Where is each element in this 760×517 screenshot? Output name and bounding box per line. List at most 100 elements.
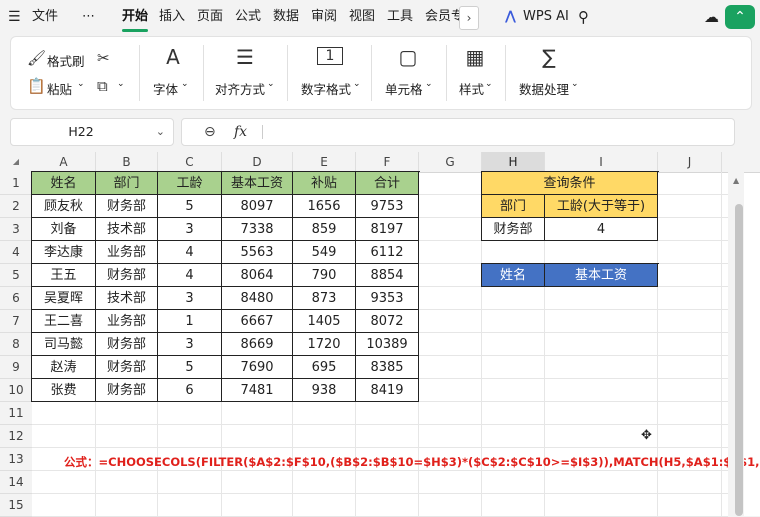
table-cell[interactable]: 8072 [356, 310, 419, 333]
table-cell[interactable]: 5 [158, 356, 222, 379]
table-cell[interactable]: 1720 [293, 333, 356, 356]
table-cell[interactable]: 刘备 [32, 218, 96, 241]
format-painter-button[interactable]: 格式刷 [47, 51, 85, 70]
column-header-H[interactable]: H [482, 152, 545, 172]
copy-dropdown-icon[interactable]: ⌄ [117, 79, 125, 89]
table-cell[interactable]: 王二喜 [32, 310, 96, 333]
column-header-A[interactable]: A [32, 152, 96, 172]
table-cell[interactable]: 6667 [222, 310, 293, 333]
table-cell[interactable]: 5563 [222, 241, 293, 264]
table-header-cell[interactable]: 基本工资 [222, 172, 293, 195]
tab-review[interactable]: 审阅 [311, 0, 337, 34]
collapse-ribbon-icon[interactable]: ⌃ [725, 5, 755, 29]
query-years-value[interactable]: 4 [545, 218, 658, 241]
table-cell[interactable]: 业务部 [96, 241, 158, 264]
formula-input[interactable]: ⊖ fx [181, 118, 735, 146]
table-cell[interactable]: 业务部 [96, 310, 158, 333]
table-cell[interactable]: 财务部 [96, 195, 158, 218]
table-cell[interactable]: 7338 [222, 218, 293, 241]
result-salary-header[interactable]: 基本工资 [545, 264, 658, 287]
table-cell[interactable]: 财务部 [96, 379, 158, 402]
query-dept-value[interactable]: 财务部 [482, 218, 545, 241]
paste-dropdown-icon[interactable]: ⌄ [77, 79, 85, 89]
row-header-6[interactable]: 6 [0, 287, 32, 310]
column-header-D[interactable]: D [222, 152, 293, 172]
column-header-J[interactable]: J [658, 152, 722, 172]
table-header-cell[interactable]: 合计 [356, 172, 419, 195]
menu-icon[interactable]: ☰ [8, 0, 21, 34]
table-cell[interactable]: 8385 [356, 356, 419, 379]
table-cell[interactable]: 财务部 [96, 356, 158, 379]
table-cell[interactable]: 8669 [222, 333, 293, 356]
column-header-C[interactable]: C [158, 152, 222, 172]
table-cell[interactable]: 1 [158, 310, 222, 333]
cells-button[interactable]: 单元格 [385, 79, 423, 98]
table-cell[interactable]: 3 [158, 218, 222, 241]
tabs-scroll-right-icon[interactable]: › [459, 6, 479, 30]
table-header-cell[interactable]: 工龄 [158, 172, 222, 195]
query-dept-label[interactable]: 部门 [482, 195, 545, 218]
row-header-14[interactable]: 14 [0, 471, 32, 494]
data-processing-dropdown-icon[interactable]: ⌄ [571, 79, 579, 89]
menu-more-dots[interactable]: ⋯ [82, 0, 95, 34]
table-cell[interactable]: 3 [158, 333, 222, 356]
paste-button[interactable]: 粘贴 [47, 79, 72, 98]
scroll-up-icon[interactable]: ▲ [733, 176, 739, 185]
table-cell[interactable]: 4 [158, 241, 222, 264]
row-header-15[interactable]: 15 [0, 494, 32, 517]
table-header-cell[interactable]: 部门 [96, 172, 158, 195]
table-cell[interactable]: 859 [293, 218, 356, 241]
table-cell[interactable]: 司马懿 [32, 333, 96, 356]
table-cell[interactable]: 549 [293, 241, 356, 264]
table-cell[interactable]: 财务部 [96, 264, 158, 287]
table-cell[interactable]: 技术部 [96, 287, 158, 310]
table-cell[interactable]: 8854 [356, 264, 419, 287]
table-cell[interactable]: 技术部 [96, 218, 158, 241]
row-header-11[interactable]: 11 [0, 402, 32, 425]
search-icon[interactable]: ⚲ [578, 0, 589, 34]
column-header-F[interactable]: F [356, 152, 419, 172]
table-cell[interactable]: 吴夏晖 [32, 287, 96, 310]
table-cell[interactable]: 10389 [356, 333, 419, 356]
table-header-cell[interactable]: 姓名 [32, 172, 96, 195]
row-header-10[interactable]: 10 [0, 379, 32, 402]
table-cell[interactable]: 9353 [356, 287, 419, 310]
table-cell[interactable]: 1405 [293, 310, 356, 333]
formula-note-text[interactable]: 公式：=CHOOSECOLS(FILTER($A$2:$F$10,($B$2:$… [64, 454, 760, 470]
query-title-cell[interactable]: 查询条件 [482, 172, 658, 195]
column-header-E[interactable]: E [293, 152, 356, 172]
chevron-down-icon[interactable]: ⌄ [156, 119, 165, 145]
table-cell[interactable]: 李达康 [32, 241, 96, 264]
table-cell[interactable]: 8097 [222, 195, 293, 218]
tab-formula[interactable]: 公式 [235, 0, 261, 34]
table-cell[interactable]: 财务部 [96, 333, 158, 356]
tab-tools[interactable]: 工具 [387, 0, 413, 34]
row-header-2[interactable]: 2 [0, 195, 32, 218]
row-header-7[interactable]: 7 [0, 310, 32, 333]
table-cell[interactable]: 8480 [222, 287, 293, 310]
align-dropdown-icon[interactable]: ⌄ [267, 79, 275, 89]
cells-dropdown-icon[interactable]: ⌄ [425, 79, 433, 89]
tab-member[interactable]: 会员专 [425, 0, 459, 34]
row-header-1[interactable]: 1 [0, 172, 32, 195]
font-dropdown-icon[interactable]: ⌄ [181, 79, 189, 89]
table-cell[interactable]: 938 [293, 379, 356, 402]
table-cell[interactable]: 8197 [356, 218, 419, 241]
table-cell[interactable]: 8064 [222, 264, 293, 287]
column-header-G[interactable]: G [419, 152, 482, 172]
row-header-9[interactable]: 9 [0, 356, 32, 379]
table-cell[interactable]: 3 [158, 287, 222, 310]
copy-icon[interactable]: ⧉ [97, 77, 108, 95]
result-name-header[interactable]: 姓名 [482, 264, 545, 287]
row-header-13[interactable]: 13 [0, 448, 32, 471]
font-button[interactable]: 字体 [153, 79, 178, 98]
table-cell[interactable]: 6 [158, 379, 222, 402]
row-header-8[interactable]: 8 [0, 333, 32, 356]
table-cell[interactable]: 790 [293, 264, 356, 287]
table-cell[interactable]: 1656 [293, 195, 356, 218]
table-cell[interactable]: 9753 [356, 195, 419, 218]
row-header-4[interactable]: 4 [0, 241, 32, 264]
name-box[interactable]: H22 ⌄ [10, 118, 174, 146]
styles-dropdown-icon[interactable]: ⌄ [485, 79, 493, 89]
spreadsheet-grid[interactable]: ABCDEFGHIJ ◢ 1 2 3 4 5 6 7 8 9 10 11 12 13 14 15 姓名 部门工… [0, 152, 760, 517]
